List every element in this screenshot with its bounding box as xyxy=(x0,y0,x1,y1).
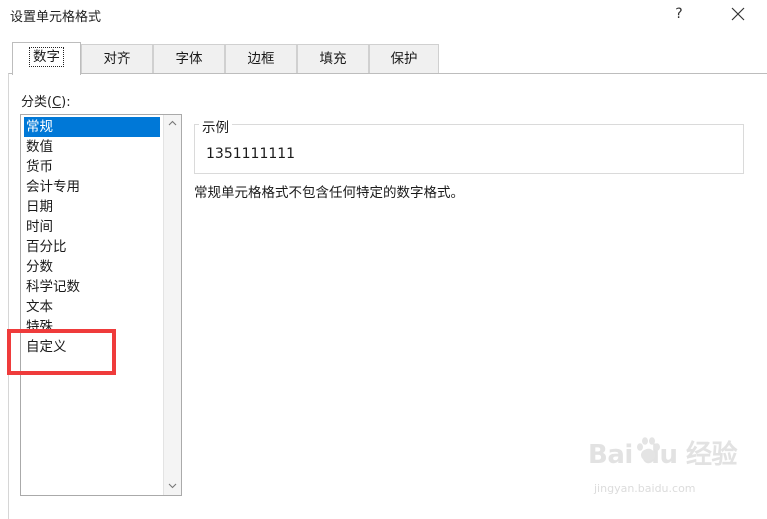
tab-number[interactable]: 数字 xyxy=(12,42,81,75)
tab-protection-label: 保护 xyxy=(390,51,418,67)
close-button[interactable] xyxy=(718,2,758,26)
category-item-accounting[interactable]: 会计专用 xyxy=(24,177,160,197)
dialog-title: 设置单元格格式 xyxy=(10,10,102,25)
paw-logo-icon xyxy=(637,437,660,461)
category-item-scientific[interactable]: 科学记数 xyxy=(24,277,160,297)
tab-alignment-label: 对齐 xyxy=(103,51,131,67)
category-label: 分类(C): xyxy=(21,91,71,110)
category-label-prefix: 分类( xyxy=(21,95,53,110)
category-item-percentage[interactable]: 百分比 xyxy=(24,237,160,257)
chevron-up-icon[interactable] xyxy=(168,120,177,126)
category-item-currency[interactable]: 货币 xyxy=(24,157,160,177)
category-label-suffix: ): xyxy=(61,95,71,110)
tab-protection[interactable]: 保护 xyxy=(369,44,439,74)
category-label-accesskey: C xyxy=(52,95,62,110)
category-list[interactable]: 常规 数值 货币 会计专用 日期 时间 百分比 分数 科学记数 文本 特殊 自定… xyxy=(20,114,182,496)
category-scrollbar[interactable] xyxy=(163,115,181,495)
sample-legend: 示例 xyxy=(199,116,232,136)
watermark-brand: Bai du 经验 xyxy=(588,440,738,470)
annotation-highlight-box xyxy=(7,329,116,375)
title-bar: 设置单元格格式 ? xyxy=(0,0,767,30)
category-item-fraction[interactable]: 分数 xyxy=(24,257,160,277)
tab-number-label: 数字 xyxy=(29,47,64,67)
category-item-text[interactable]: 文本 xyxy=(24,297,160,317)
tab-bar: 数字 对齐 字体 边框 填充 保护 xyxy=(8,42,439,75)
watermark-url: jingyan.baidu.com xyxy=(594,482,696,495)
category-item-number[interactable]: 数值 xyxy=(24,137,160,157)
tab-fill-label: 填充 xyxy=(319,51,347,67)
category-item-general[interactable]: 常规 xyxy=(24,117,160,137)
chevron-down-icon[interactable] xyxy=(168,483,177,489)
category-item-time[interactable]: 时间 xyxy=(24,217,160,237)
tab-font-label: 字体 xyxy=(175,51,203,67)
tab-border-label: 边框 xyxy=(247,51,275,67)
tab-fill[interactable]: 填充 xyxy=(297,44,369,74)
tab-alignment[interactable]: 对齐 xyxy=(81,44,153,74)
tab-font[interactable]: 字体 xyxy=(153,44,225,74)
help-button[interactable]: ? xyxy=(664,2,694,26)
sample-value: 1351111111 xyxy=(206,146,296,162)
format-description: 常规单元格格式不包含任何特定的数字格式。 xyxy=(194,185,464,201)
tab-border[interactable]: 边框 xyxy=(225,44,297,74)
category-item-date[interactable]: 日期 xyxy=(24,197,160,217)
close-icon xyxy=(731,7,745,21)
